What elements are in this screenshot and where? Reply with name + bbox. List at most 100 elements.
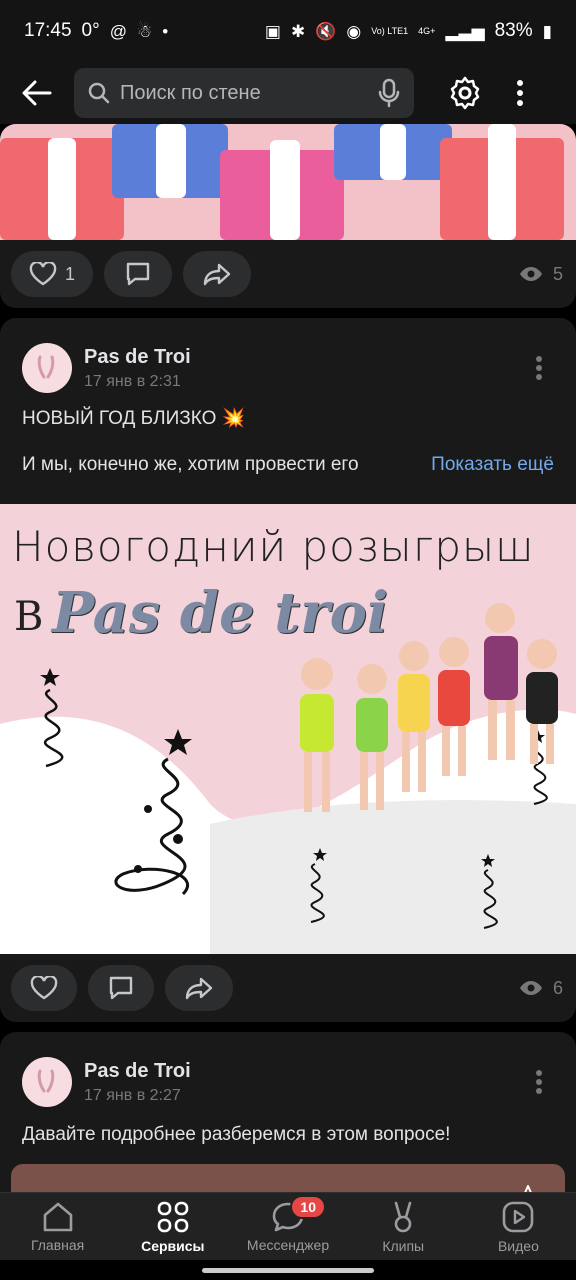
at-icon: @: [109, 21, 127, 41]
gesture-handle: [202, 1267, 374, 1273]
nav-label: Видео: [497, 1237, 539, 1254]
post-menu-button[interactable]: [524, 1069, 554, 1095]
home-icon: [43, 1202, 72, 1231]
bottom-navigation: Главная Сервисы 10 Мессенджер Клипы Виде…: [0, 1192, 576, 1260]
signal-icon: ▂▃▅: [445, 21, 485, 41]
christmas-tree-icon: [114, 729, 192, 896]
wifi-icon: ◉: [346, 21, 362, 41]
post-image[interactable]: Новогодний розыгрыш В Pas de troi: [0, 504, 576, 954]
nav-item-clips[interactable]: Клипы: [346, 1193, 461, 1260]
comment-button[interactable]: [104, 251, 173, 297]
heart-icon: [29, 262, 57, 286]
wall-feed[interactable]: 1 5 Pas de Troi 17 янв в 2:31 НОВЫЙ ГОД …: [0, 124, 576, 1192]
gear-icon: [450, 76, 480, 110]
nav-item-services[interactable]: Сервисы: [115, 1193, 230, 1260]
gift-ribbon: [270, 140, 300, 240]
gift-ribbon: [48, 138, 76, 240]
share-button[interactable]: [165, 965, 233, 1011]
post-header: Pas de Troi 17 янв в 2:31: [0, 318, 576, 402]
post-title: НОВЫЙ ГОД БЛИЗКО 💥: [22, 408, 246, 429]
like-count: 1: [65, 263, 76, 284]
comment-icon: [109, 976, 133, 1000]
wall-post: 1 5: [0, 124, 576, 308]
wall-post: Pas de Troi 17 янв в 2:31 НОВЫЙ ГОД БЛИЗ…: [0, 318, 576, 1022]
wall-post: Pas de Troi 17 янв в 2:27 Давайте подроб…: [0, 1032, 576, 1192]
avatar[interactable]: [22, 343, 72, 393]
share-icon: [203, 263, 231, 286]
gesture-bar[interactable]: [0, 1260, 576, 1280]
ballet-shoes-icon: [37, 355, 55, 379]
post-actions: 1 5: [0, 240, 576, 308]
dot-icon: •: [162, 21, 169, 41]
christmas-tree-icon: [481, 854, 498, 929]
like-button[interactable]: 1: [11, 251, 94, 297]
star-icon[interactable]: [513, 1184, 543, 1192]
gymnasts-photo: [300, 603, 558, 812]
more-vertical-icon: [536, 1070, 542, 1094]
nav-label: Клипы: [382, 1237, 425, 1254]
wall-search-input[interactable]: Поиск по стене: [74, 68, 414, 118]
heart-icon: [30, 976, 58, 1000]
ballet-shoes-icon: [37, 1069, 55, 1093]
post-header: Pas de Troi 17 янв в 2:27: [0, 1032, 576, 1116]
gift-ribbon: [156, 124, 186, 198]
microphone-icon[interactable]: [378, 78, 400, 108]
post-image[interactable]: [0, 124, 576, 240]
nav-item-messenger[interactable]: 10 Мессенджер: [230, 1193, 345, 1260]
more-vertical-icon: [536, 356, 542, 380]
top-app-bar: Поиск по стене: [0, 62, 576, 124]
view-count: 6: [552, 977, 563, 998]
mute-icon: 🔇: [315, 21, 337, 41]
back-button[interactable]: [0, 62, 74, 124]
christmas-tree-icon: [40, 668, 64, 768]
nav-label: Главная: [30, 1236, 85, 1253]
view-counter: 5: [519, 264, 565, 285]
show-more-link[interactable]: Показать ещё: [431, 452, 554, 494]
battery-percent: 83%: [494, 20, 533, 41]
comment-icon: [126, 262, 150, 286]
status-time: 17:45: [24, 20, 72, 41]
post-author[interactable]: Pas de Troi: [84, 1060, 524, 1083]
post-date[interactable]: 17 янв в 2:27: [84, 1087, 524, 1105]
like-button[interactable]: [11, 965, 77, 1011]
nav-item-video[interactable]: Видео: [461, 1193, 576, 1260]
more-vertical-icon: [517, 80, 523, 106]
post-excerpt: И мы, конечно же, хотим провести его: [22, 454, 359, 475]
network-label: 4G+: [418, 26, 436, 36]
gift-ribbon: [488, 124, 516, 240]
post-menu-button[interactable]: [524, 355, 554, 381]
status-bar: 17:45 0° @ ☃ • ▣ ✱ 🔇 ◉ Vo) LTE1 4G+ ▂▃▅ …: [0, 0, 576, 62]
view-count: 5: [552, 263, 563, 284]
nav-label: Мессенджер: [246, 1236, 330, 1253]
more-options-button[interactable]: [500, 79, 540, 107]
search-placeholder: Поиск по стене: [120, 81, 261, 104]
nav-label: Сервисы: [141, 1237, 205, 1254]
battery-icon: ▮: [542, 21, 552, 41]
avatar[interactable]: [22, 1057, 72, 1107]
share-icon: [185, 977, 213, 1000]
gift-ribbon: [380, 124, 406, 180]
post-image[interactable]: [11, 1164, 565, 1192]
post-text: Давайте подробнее разберемся в этом вопр…: [22, 1124, 451, 1145]
notification-icon: ☃: [136, 21, 153, 41]
post-author[interactable]: Pas de Troi: [84, 346, 524, 369]
bluetooth-icon: ✱: [290, 21, 306, 41]
services-icon: [157, 1201, 189, 1232]
nav-item-home[interactable]: Главная: [0, 1193, 115, 1260]
search-icon: [88, 82, 110, 104]
comment-button[interactable]: [88, 965, 154, 1011]
eye-icon: [519, 267, 542, 281]
volte-label: Vo) LTE1: [371, 26, 409, 36]
clips-icon: [394, 1201, 412, 1232]
post-date[interactable]: 17 янв в 2:31: [84, 373, 524, 391]
back-arrow-icon: [22, 80, 52, 106]
post-excerpt-row: И мы, конечно же, хотим провести его Пок…: [0, 432, 576, 494]
eye-icon: [519, 981, 542, 995]
nfc-icon: ▣: [264, 21, 281, 41]
share-button[interactable]: [183, 251, 252, 297]
status-temperature: 0°: [81, 20, 100, 41]
settings-button[interactable]: [430, 76, 500, 110]
christmas-tree-icon: [310, 848, 327, 923]
unread-badge: 10: [290, 1195, 326, 1219]
view-counter: 6: [519, 978, 565, 999]
